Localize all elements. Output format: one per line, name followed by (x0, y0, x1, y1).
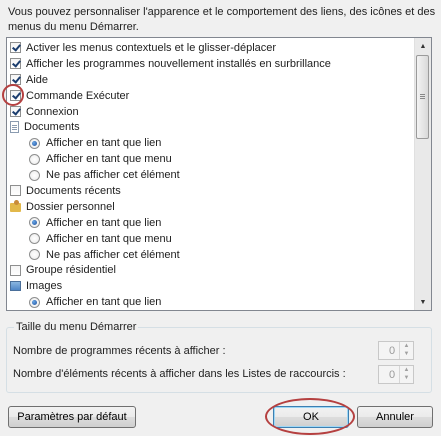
customize-list[interactable]: Activer les menus contextuels et le glis… (6, 37, 432, 311)
radio-unselected[interactable] (29, 233, 40, 245)
recent-programs-value: 0 (389, 345, 396, 357)
list-item-label: Afficher les programmes nouvellement ins… (26, 57, 331, 70)
list-rows: Activer les menus contextuels et le glis… (7, 40, 414, 310)
checkbox-checked[interactable] (10, 106, 21, 117)
list-item-label: Ne pas afficher cet élément (46, 248, 180, 261)
list-item-label: Afficher en tant que lien (46, 216, 162, 229)
checkbox-checked[interactable] (10, 90, 21, 102)
checkbox-unchecked[interactable] (10, 264, 21, 276)
defaults-button[interactable]: Paramètres par défaut (8, 406, 136, 428)
list-item-label: Commande Exécuter (26, 89, 130, 102)
list-item-label: Ne pas afficher cet élément (46, 169, 180, 182)
user-folder-icon (10, 200, 21, 213)
list-item-label: Afficher en tant que menu (46, 232, 172, 245)
recent-items-label: Nombre d'éléments récents à afficher dan… (13, 368, 346, 380)
recent-items-value: 0 (389, 369, 396, 381)
spin-up-arrow-icon[interactable]: ▲ (400, 366, 413, 374)
intro-text: Vous pouvez personnaliser l'apparence et… (8, 6, 436, 33)
checkbox-checked[interactable] (10, 58, 21, 70)
spin-up-arrow-icon[interactable]: ▲ (400, 342, 413, 350)
recent-items-stepper[interactable]: 0 ▲ ▼ (378, 365, 414, 384)
list-item-label: Documents (24, 121, 80, 134)
ok-button[interactable]: OK (273, 406, 349, 428)
checkbox-checked[interactable] (10, 74, 21, 86)
scrollbar-thumb[interactable] (416, 55, 429, 139)
radio-unselected[interactable] (29, 153, 40, 165)
spin-down-arrow-icon[interactable]: ▼ (400, 374, 413, 382)
vertical-scrollbar[interactable]: ▲ ▼ (414, 38, 431, 310)
document-icon (10, 121, 19, 134)
list-item[interactable]: Afficher en tant que menu (7, 151, 414, 167)
list-item[interactable]: Commande Exécuter (7, 88, 414, 104)
list-item[interactable]: Ne pas afficher cet élément (7, 167, 414, 183)
pictures-icon (10, 281, 21, 292)
recent-items-arrows[interactable]: ▲ ▼ (399, 366, 413, 383)
list-item[interactable]: Afficher en tant que lien (7, 135, 414, 151)
list-item[interactable]: Afficher en tant que menu (7, 231, 414, 247)
start-menu-size-group (6, 327, 432, 393)
checkbox-unchecked[interactable] (10, 185, 21, 197)
list-item[interactable]: Groupe résidentiel (7, 262, 414, 278)
start-menu-size-title: Taille du menu Démarrer (14, 321, 139, 333)
list-item-label: Afficher en tant que lien (46, 137, 162, 150)
scroll-down-arrow-icon[interactable]: ▼ (415, 294, 431, 310)
list-item[interactable]: Connexion (7, 104, 414, 120)
recent-programs-arrows[interactable]: ▲ ▼ (399, 342, 413, 359)
list-item-label: Dossier personnel (26, 200, 115, 213)
radio-selected[interactable] (29, 296, 40, 308)
recent-programs-label: Nombre de programmes récents à afficher … (13, 345, 226, 357)
list-item[interactable]: Dossier personnel (7, 199, 414, 215)
list-item[interactable]: Afficher en tant que lien (7, 215, 414, 231)
scroll-up-arrow-icon[interactable]: ▲ (415, 38, 431, 54)
radio-unselected[interactable] (29, 249, 40, 261)
list-item[interactable]: Activer les menus contextuels et le glis… (7, 40, 414, 56)
list-item[interactable]: Documents récents (7, 183, 414, 199)
list-item-label: Connexion (26, 105, 79, 118)
spin-down-arrow-icon[interactable]: ▼ (400, 350, 413, 358)
cancel-button[interactable]: Annuler (357, 406, 433, 428)
list-item[interactable]: Aide (7, 72, 414, 88)
list-item-label: Afficher en tant que menu (46, 153, 172, 166)
list-item-label: Afficher en tant que lien (46, 296, 162, 309)
radio-unselected[interactable] (29, 169, 40, 181)
list-item[interactable]: Ne pas afficher cet élément (7, 247, 414, 263)
radio-selected[interactable] (29, 217, 40, 229)
list-item-label: Aide (26, 73, 49, 86)
list-item[interactable]: Images (7, 278, 414, 294)
list-item[interactable]: Documents (7, 119, 414, 135)
radio-selected[interactable] (29, 137, 40, 149)
list-item-label: Activer les menus contextuels et le glis… (26, 41, 277, 54)
list-item-label: Documents récents (26, 184, 121, 197)
list-item-label: Images (26, 280, 63, 293)
checkbox-checked[interactable] (10, 42, 21, 54)
list-item[interactable]: Afficher en tant que lien (7, 294, 414, 310)
list-item-label: Groupe résidentiel (26, 264, 116, 277)
list-item[interactable]: Afficher les programmes nouvellement ins… (7, 56, 414, 72)
recent-programs-stepper[interactable]: 0 ▲ ▼ (378, 341, 414, 360)
